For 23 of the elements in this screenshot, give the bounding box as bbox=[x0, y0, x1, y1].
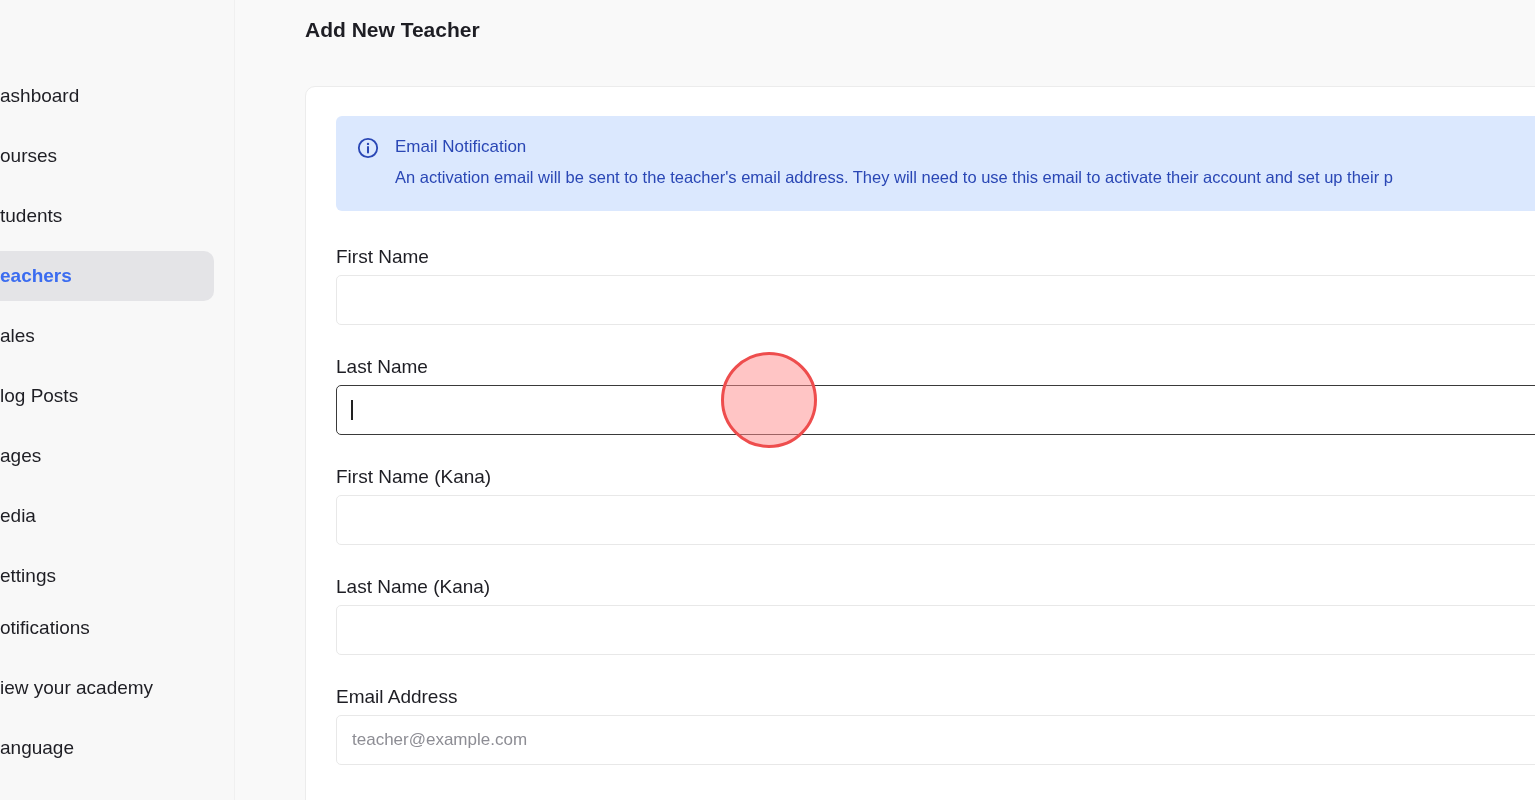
input-field[interactable] bbox=[336, 385, 1535, 435]
sidebar-item[interactable]: iew your academy bbox=[0, 663, 214, 713]
field-label: First Name (Kana) bbox=[336, 465, 493, 489]
sidebar-item[interactable]: ettings bbox=[0, 551, 214, 601]
sidebar-item[interactable]: log Posts bbox=[0, 371, 214, 421]
info-icon bbox=[357, 137, 379, 159]
field-label: Email Address bbox=[336, 685, 459, 709]
sidebar-item[interactable]: ashboard bbox=[0, 71, 214, 121]
sidebar-item[interactable]: ourses bbox=[0, 131, 214, 181]
notification-title: Email Notification bbox=[395, 136, 528, 158]
sidebar-item[interactable]: ages bbox=[0, 431, 214, 481]
sidebar-item[interactable]: otifications bbox=[0, 603, 214, 653]
notification-text: An activation email will be sent to the teacher's email address. They will need to use this email to activate their account and set up their p bbox=[395, 167, 1393, 188]
sidebar-item[interactable]: tudents bbox=[0, 191, 214, 241]
text-cursor bbox=[351, 400, 353, 420]
field-label: Last Name (Kana) bbox=[336, 575, 492, 599]
field-label: First Name bbox=[336, 245, 430, 269]
field-label: Last Name bbox=[336, 355, 429, 379]
sidebar-item[interactable]: anguage bbox=[0, 723, 214, 773]
sidebar-item[interactable]: eachers bbox=[0, 251, 214, 301]
sidebar-item[interactable]: ales bbox=[0, 311, 214, 361]
sidebar-item[interactable]: edia bbox=[0, 491, 214, 541]
page-title: Add New Teacher bbox=[305, 17, 481, 43]
